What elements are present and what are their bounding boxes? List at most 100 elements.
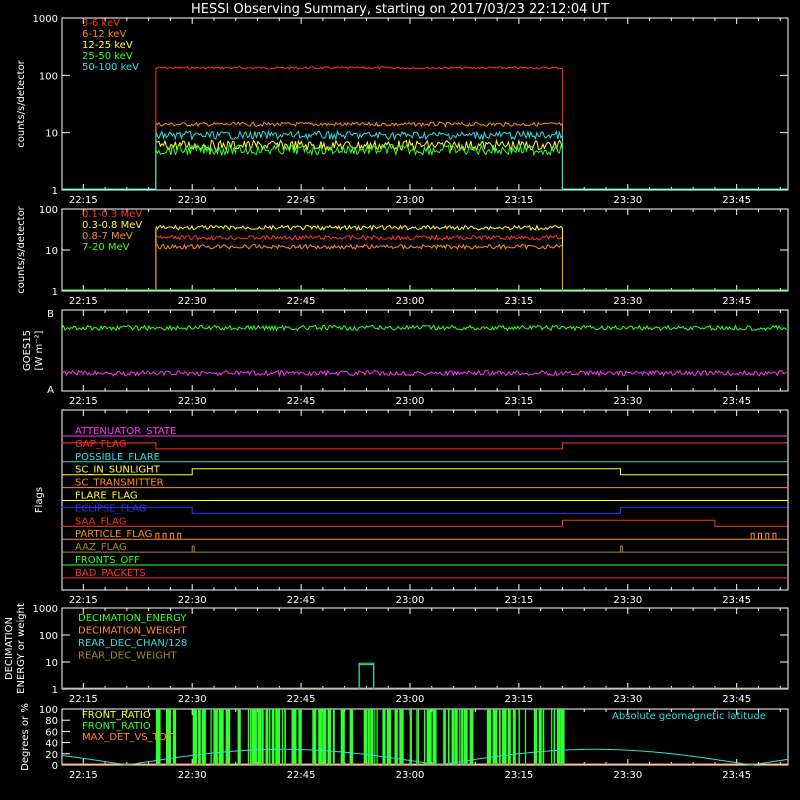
flag-label: BAD_PACKETS <box>75 568 146 579</box>
x-tick-label: 23:15 <box>504 296 533 307</box>
y-tick-label: A <box>47 385 54 396</box>
x-tick-label: 22:30 <box>178 595 207 606</box>
ratio-bar <box>469 709 474 765</box>
ratio-bar <box>291 709 297 765</box>
ratio-bar <box>426 709 432 765</box>
ratio-bar <box>538 709 542 765</box>
ratio-bar <box>318 709 323 765</box>
x-tick-label: 23:00 <box>396 195 425 206</box>
x-tick-label: 23:00 <box>396 770 425 781</box>
ratio-bar <box>275 709 281 765</box>
ratio-bar <box>257 709 262 765</box>
ratio-bar <box>332 709 335 765</box>
x-tick-label: 22:45 <box>287 595 316 606</box>
flag-label: ECLIPSE_FLAG <box>75 503 146 514</box>
x-tick-label: 22:30 <box>178 694 207 705</box>
legend-entry: 12-25 keV <box>82 40 133 51</box>
ratio-bar <box>192 709 197 765</box>
x-tick-label: 23:30 <box>613 694 642 705</box>
legend-entry: 0.3-0.8 MeV <box>82 220 142 231</box>
chart-title: HESSI Observing Summary, starting on 201… <box>191 2 609 17</box>
y-tick-label: 40 <box>45 739 58 750</box>
x-tick-label: 23:30 <box>613 195 642 206</box>
x-tick-label: 22:45 <box>287 296 316 307</box>
y-tick-label: 0 <box>52 761 58 772</box>
legend-entry: 50-100 keV <box>82 62 139 73</box>
flag-label: GAP_FLAG <box>75 439 127 450</box>
legend-entry: FRONT_RATIO <box>82 710 151 721</box>
ratio-bar <box>213 709 218 765</box>
ratio-bar <box>424 709 426 765</box>
ratio-bar <box>269 709 271 765</box>
x-tick-label: 23:15 <box>504 195 533 206</box>
ratio-bar <box>486 709 492 765</box>
ratio-bar <box>512 709 516 765</box>
ratio-bar <box>210 709 212 765</box>
y-tick-label: 1000 <box>33 604 58 615</box>
y-axis-label: Flags <box>34 487 45 513</box>
ratio-bar <box>370 709 374 765</box>
flag-label: SC_TRANSMITTER <box>75 478 164 489</box>
ratio-bar <box>265 709 269 765</box>
flag-label: FRONTS_OFF <box>75 555 140 566</box>
y-axis-unit: [W m⁻²] <box>34 330 45 370</box>
ratio-bar <box>249 709 252 765</box>
ratio-bar <box>172 709 177 765</box>
flag-label: SC_IN_SUNLIGHT <box>75 465 161 476</box>
y-axis-label: ENERGY or weight <box>16 603 27 694</box>
hessi-summary-chart: HESSI Observing Summary, starting on 201… <box>0 0 800 800</box>
x-tick-label: 23:15 <box>504 595 533 606</box>
ratio-bar <box>386 709 392 765</box>
x-tick-label: 23:00 <box>396 694 425 705</box>
ratio-bar <box>374 709 376 765</box>
ratio-bar <box>322 709 327 765</box>
ratio-bar <box>367 709 370 765</box>
x-tick-label: 22:15 <box>69 694 98 705</box>
ratio-bar <box>502 709 507 765</box>
x-tick-label: 23:45 <box>722 396 751 407</box>
y-tick-label: 100 <box>39 205 58 216</box>
ratio-bar <box>451 709 455 765</box>
x-tick-label: 23:15 <box>504 396 533 407</box>
ratio-bar <box>225 709 231 765</box>
x-tick-label: 22:15 <box>69 396 98 407</box>
x-tick-label: 22:15 <box>69 595 98 606</box>
x-tick-label: 23:45 <box>722 195 751 206</box>
y-tick-label: 1000 <box>33 14 58 25</box>
flag-label: PARTICLE_FLAG <box>75 529 152 540</box>
x-tick-label: 23:45 <box>722 770 751 781</box>
ratio-bar <box>507 709 511 765</box>
x-tick-label: 22:15 <box>69 296 98 307</box>
ratio-bar <box>417 709 419 765</box>
ratio-bar <box>237 709 241 765</box>
ratio-bar <box>298 709 302 765</box>
ratio-bar <box>201 709 206 765</box>
x-tick-label: 22:45 <box>287 694 316 705</box>
flag-label: FLARE_FLAG <box>75 491 138 502</box>
ratio-bar <box>463 709 468 765</box>
x-tick-label: 22:30 <box>178 195 207 206</box>
ratio-bar <box>271 709 275 765</box>
legend-entry: 0.8-7 MeV <box>82 231 133 242</box>
legend-right: Absolute geomagnetic latitude <box>612 711 766 722</box>
x-tick-label: 23:30 <box>613 396 642 407</box>
legend-entry: MAX_DET_VS_TOT <box>82 732 174 743</box>
ratio-bar <box>459 709 461 765</box>
y-tick-label: 10 <box>45 246 58 257</box>
flag-label: AAZ_FLAG <box>75 542 127 553</box>
x-tick-label: 23:15 <box>504 694 533 705</box>
y-axis-label: counts/s/detector <box>16 205 27 293</box>
ratio-bar <box>461 709 464 765</box>
y-tick-label: B <box>47 309 54 320</box>
ratio-bar <box>327 709 332 765</box>
x-tick-label: 23:45 <box>722 694 751 705</box>
legend-entry: DECIMATION_ENERGY <box>78 613 187 624</box>
ratio-bar <box>533 709 538 765</box>
ratio-bar <box>218 709 224 765</box>
legend-entry: 3-6 keV <box>82 18 120 29</box>
legend-entry: 0.1-0.3 MeV <box>82 209 142 220</box>
y-axis-label: GOES15 <box>22 330 33 371</box>
y-tick-label: 1 <box>52 685 58 696</box>
ratio-bar <box>399 709 404 765</box>
ratio-bar <box>349 709 354 765</box>
